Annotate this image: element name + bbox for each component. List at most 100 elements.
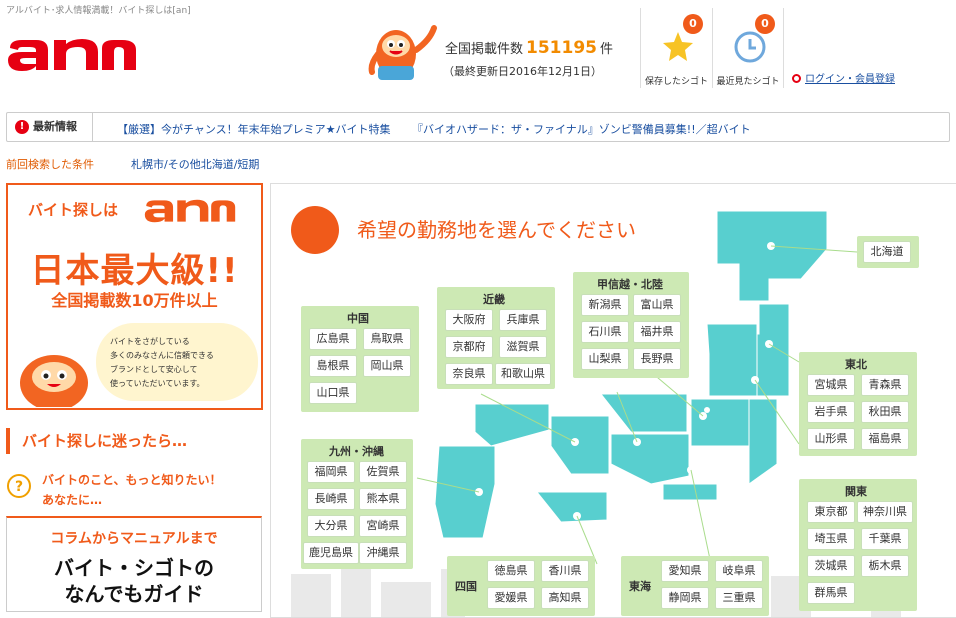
pref-mie[interactable]: 三重県 (715, 587, 763, 609)
pref-hyogo[interactable]: 兵庫県 (499, 309, 547, 331)
pref-niigata[interactable]: 新潟県 (581, 294, 629, 316)
pref-nagasaki[interactable]: 長崎県 (307, 488, 355, 510)
pref-saitama[interactable]: 埼玉県 (807, 528, 855, 550)
pref-iwate[interactable]: 岩手県 (807, 401, 855, 423)
region-kyushu-okinawa: 九州・沖縄 福岡県 佐賀県 長崎県 熊本県 大分県 宮崎県 鹿児島県 沖縄県 (301, 439, 413, 569)
an-logo[interactable] (6, 38, 138, 72)
region-hokkaido: 北海道 (857, 236, 919, 268)
pref-kumamoto[interactable]: 熊本県 (359, 488, 407, 510)
pref-okinawa[interactable]: 沖縄県 (359, 542, 407, 564)
area-map-panel: 希望の勤務地を選んでください 北海道 中国 広島県 鳥取県 島根県 岡山県 山口… (270, 183, 956, 618)
map-hokuriku (599, 393, 688, 433)
pref-kanagawa[interactable]: 神奈川県 (857, 501, 913, 523)
map-hokkaido (716, 210, 828, 302)
pref-gunma[interactable]: 群馬県 (807, 582, 855, 604)
listings-number: 151195 (526, 38, 597, 58)
pref-osaka[interactable]: 大阪府 (445, 309, 493, 331)
pref-gifu[interactable]: 岐阜県 (715, 560, 763, 582)
news-link-1[interactable]: 【厳選】今がチャンス！年末年始プレミア★バイト特集 (117, 121, 391, 137)
recent-jobs-button[interactable]: 0 最近見たシゴト (712, 8, 784, 88)
region-chugoku: 中国 広島県 鳥取県 島根県 岡山県 山口県 (301, 306, 419, 412)
guide-line-2: バイト・シゴトの (54, 556, 214, 580)
pref-miyazaki[interactable]: 宮崎県 (359, 515, 407, 537)
saved-jobs-button[interactable]: 0 保存したシゴト (640, 8, 712, 88)
pref-nara[interactable]: 奈良県 (445, 363, 493, 385)
login-register-link[interactable]: ログイン・会員登録 (792, 70, 895, 85)
pref-kyoto[interactable]: 京都府 (445, 336, 493, 358)
previous-search-link[interactable]: 札幌市/その他北海道/短期 (131, 156, 259, 172)
pref-wakayama[interactable]: 和歌山県 (495, 363, 551, 385)
pref-hiroshima[interactable]: 広島県 (309, 328, 357, 350)
region-tohoku: 東北 宮城県 青森県 岩手県 秋田県 山形県 福島県 (799, 352, 917, 456)
pref-kochi[interactable]: 高知県 (541, 587, 589, 609)
region-koshinetsu-hokuriku: 甲信越・北陸 新潟県 富山県 石川県 福井県 山梨県 長野県 (573, 272, 689, 378)
pref-tokushima[interactable]: 徳島県 (487, 560, 535, 582)
map-title: 希望の勤務地を選んでください (357, 218, 636, 242)
pref-yamanashi[interactable]: 山梨県 (581, 348, 629, 370)
map-kanto (690, 398, 750, 447)
pref-miyagi[interactable]: 宮城県 (807, 374, 855, 396)
region-kinki: 近畿 大阪府 兵庫県 京都府 滋賀県 奈良県 和歌山県 (437, 287, 555, 389)
pref-akita[interactable]: 秋田県 (861, 401, 909, 423)
pref-saga[interactable]: 佐賀県 (359, 461, 407, 483)
pref-oita[interactable]: 大分県 (307, 515, 355, 537)
pref-fukushima[interactable]: 福島県 (861, 428, 909, 450)
total-listings-count: 全国掲載件数 151195 件 (445, 38, 614, 58)
map-kanto-east (748, 398, 778, 485)
exclamation-icon: ! (15, 120, 29, 134)
promo-banner[interactable]: バイト探しは 日本最大級!! 全国掲載数10万件以上 バイトをさがしている 多くの… (6, 183, 263, 410)
pref-kagawa[interactable]: 香川県 (541, 560, 589, 582)
pref-shiga[interactable]: 滋賀県 (499, 336, 547, 358)
pref-aomori[interactable]: 青森県 (861, 374, 909, 396)
question-bubble-icon: ? (7, 474, 31, 498)
sloth-mascot-image (368, 25, 437, 80)
pref-okayama[interactable]: 岡山県 (363, 355, 411, 377)
news-link-2[interactable]: 『バイオハザード：ザ・ファイナル』ゾンビ警備員募集!!／超バイト (412, 121, 751, 137)
news-label: ! 最新情報 (7, 113, 93, 141)
pref-toyama[interactable]: 富山県 (633, 294, 681, 316)
map-tohoku-west (706, 323, 758, 397)
last-updated-text: （最終更新日2016年12月1日） (443, 65, 602, 78)
map-kinki (550, 415, 610, 475)
pref-yamagata[interactable]: 山形県 (807, 428, 855, 450)
pref-aichi[interactable]: 愛知県 (661, 560, 709, 582)
map-tokai (610, 433, 690, 485)
saved-jobs-label: 保存したシゴト (644, 77, 708, 87)
region-shikoku: 四国 徳島県 香川県 愛媛県 高知県 (447, 556, 595, 616)
pref-ibaraki[interactable]: 茨城県 (807, 555, 855, 577)
guide-line-3: なんでもガイド (64, 582, 204, 606)
pref-ishikawa[interactable]: 石川県 (581, 321, 629, 343)
pref-shizuoka[interactable]: 静岡県 (661, 587, 709, 609)
pref-nagano[interactable]: 長野県 (633, 348, 681, 370)
pref-shimane[interactable]: 島根県 (309, 355, 357, 377)
pref-kagoshima[interactable]: 鹿児島県 (303, 542, 359, 564)
sloth-mascot-image (20, 355, 88, 407)
pref-fukui[interactable]: 福井県 (633, 321, 681, 343)
promo-sub-text: 全国掲載数10万件以上 (51, 291, 218, 310)
guide-line-1: コラムからマニュアルまで (50, 531, 218, 547)
an-logo-small (144, 199, 236, 223)
pref-hokkaido[interactable]: 北海道 (863, 241, 911, 263)
pref-yamaguchi[interactable]: 山口県 (309, 382, 357, 404)
svg-text:?: ? (15, 479, 23, 495)
pref-chiba[interactable]: 千葉県 (861, 528, 909, 550)
pref-tochigi[interactable]: 栃木県 (861, 555, 909, 577)
pref-ehime[interactable]: 愛媛県 (487, 587, 535, 609)
lost-text[interactable]: バイトのこと、もっと知りたい！ あなたに… (42, 470, 222, 510)
map-tokai-south (662, 483, 718, 501)
region-kanto: 関東 東京都 神奈川県 埼玉県 千葉県 茨城県 栃木県 群馬県 (799, 479, 917, 611)
promo-heading: バイト探しは (28, 201, 119, 219)
map-shikoku (535, 491, 608, 523)
pref-tottori[interactable]: 鳥取県 (363, 328, 411, 350)
lost-heading: バイト探しに迷ったら… (6, 428, 262, 454)
pref-fukuoka[interactable]: 福岡県 (307, 461, 355, 483)
news-bar: ! 最新情報 【厳選】今がチャンス！年末年始プレミア★バイト特集 『バイオハザード… (6, 112, 950, 142)
previous-search-label: 前回検索した条件 (6, 158, 94, 171)
pref-tokyo[interactable]: 東京都 (807, 501, 855, 523)
login-circle-icon (792, 74, 801, 83)
saved-count-badge: 0 (683, 14, 703, 34)
clock-icon (734, 31, 766, 63)
promo-speech-bubble: バイトをさがしている 多くのみなさんに信頼できる ブランドとして安心して 使っていただ… (96, 323, 258, 401)
guide-banner[interactable]: コラムからマニュアルまで バイト・シゴトの なんでもガイド (6, 516, 262, 612)
map-kyushu (434, 445, 496, 539)
